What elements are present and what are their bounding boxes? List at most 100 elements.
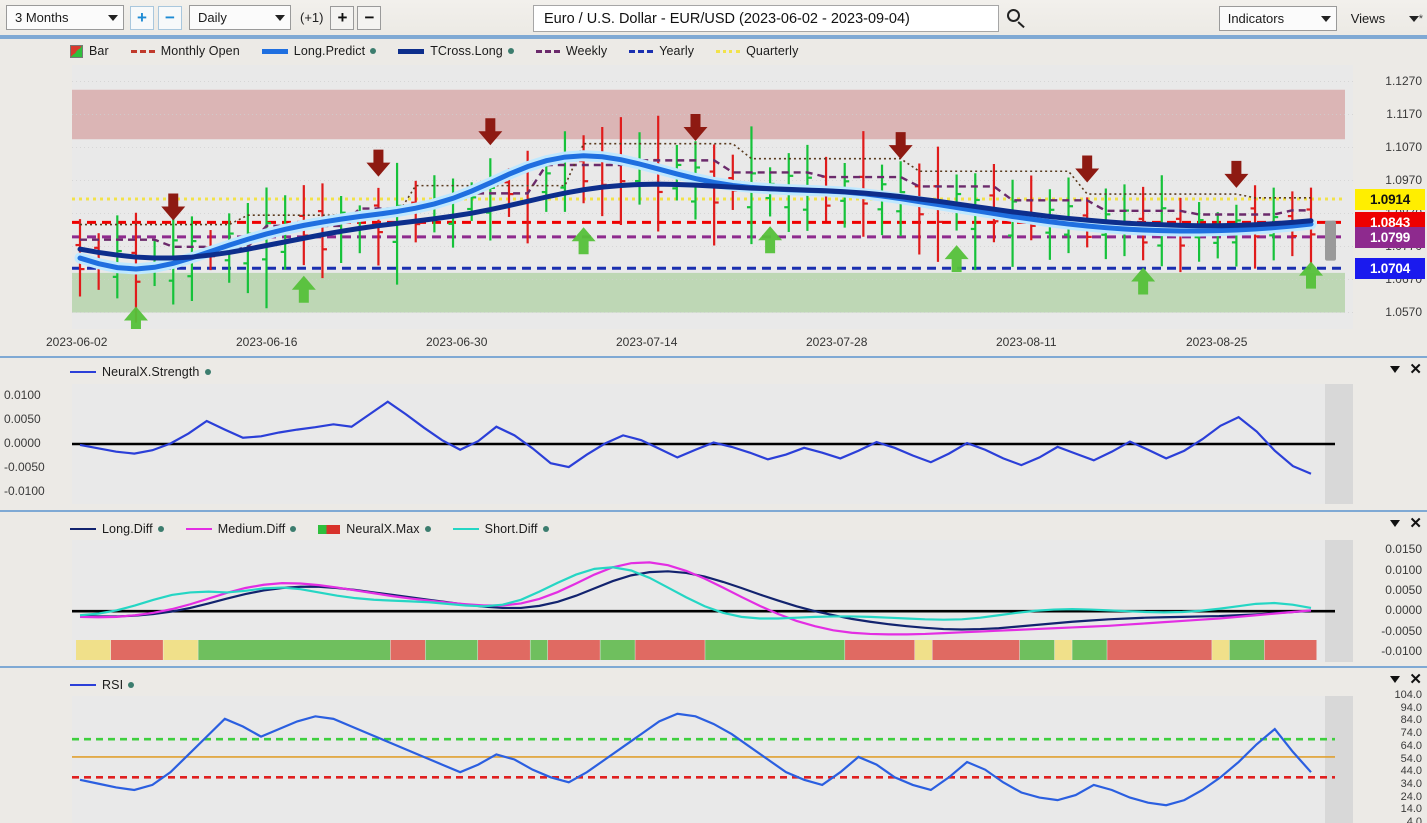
offset-decrease-button[interactable]: − [357,5,382,30]
legend-medium-diff[interactable]: Medium.Diff [185,522,297,536]
diff-y-tick: 0.0100 [1385,562,1422,577]
legend-line [70,684,96,686]
legend-label: Short.Diff [484,522,538,536]
rsi-y-tick: 14.0 [1400,803,1422,816]
legend-neuralx-max[interactable]: NeuralX.Max [318,522,431,536]
price-y-tick: 1.0970 [1385,172,1422,187]
legend-label: Quarterly [746,44,799,58]
diff-plot-area[interactable] [72,540,1353,662]
price-x-tick: 2023-06-02 [46,335,108,349]
close-icon[interactable]: ✕ [1409,362,1422,377]
rsi-panel-controls: ✕ [1390,672,1422,687]
range-select[interactable]: 3 Months [6,5,124,30]
legend-short-diff[interactable]: Short.Diff [452,522,549,536]
legend-rsi[interactable]: RSI [70,678,135,692]
rsi-y-tick: 4.0 [1406,816,1422,823]
legend-label: Weekly [565,44,608,58]
price-chart-legend: Bar Monthly Open Long.Predict TCross.Long We… [70,44,820,58]
strength-y-tick: 0.0100 [4,388,41,402]
legend-settings-dot[interactable] [542,526,549,532]
offset-label: (+1) [300,10,324,25]
price-x-tick: 2023-08-25 [1186,335,1248,349]
bar-icon [70,44,83,58]
overflow-icon[interactable]: * [1419,13,1423,25]
legend-line [535,49,560,53]
close-icon[interactable]: ✕ [1409,516,1422,531]
legend-line [130,49,155,53]
interval-select[interactable]: Daily [189,5,291,30]
legend-settings-dot[interactable] [290,526,297,532]
chevron-down-icon[interactable] [1390,366,1401,373]
diff-y-tick: 0.0050 [1385,582,1422,597]
legend-bar[interactable]: Bar [70,44,109,58]
price-chart-panel: Bar Monthly Open Long.Predict TCross.Long We… [0,37,1427,356]
chevron-down-icon [1408,15,1419,22]
legend-settings-dot[interactable] [204,369,211,375]
chevron-down-icon[interactable] [1390,520,1401,527]
strength-y-tick: 0.0050 [4,412,41,426]
diff-y-tick: -0.0050 [1381,623,1422,638]
price-tag: 1.0914 [1355,188,1425,210]
price-x-tick: 2023-07-28 [806,335,868,349]
legend-label: TCross.Long [430,44,503,58]
rsi-y-tick: 34.0 [1400,777,1422,790]
legend-settings-dot[interactable] [157,526,164,532]
rsi-plot-area[interactable] [72,696,1353,823]
price-y-tick: 1.1270 [1385,73,1422,88]
legend-line [70,371,96,373]
symbol-search: Euro / U.S. Dollar - EUR/USD (2023-06-02… [533,5,1027,32]
rsi-panel: RSI ✕ 104.0 94.0 84.0 74.0 64.0 54.0 44.0 34.0 2… [0,666,1427,823]
price-x-tick: 2023-08-11 [996,335,1057,349]
strength-panel-controls: ✕ [1390,362,1422,377]
indicators-select-value: Indicators [1227,11,1285,26]
strength-y-tick: 0.0000 [4,436,41,450]
strength-y-tick: -0.0100 [4,484,45,498]
views-select-value: Views [1350,11,1386,26]
chevron-down-icon [108,14,118,21]
legend-tcross-long[interactable]: TCross.Long [398,44,514,58]
symbol-search-input[interactable]: Euro / U.S. Dollar - EUR/USD (2023-06-02… [533,5,999,32]
indicators-select[interactable]: Indicators [1218,6,1337,31]
legend-line [261,48,288,54]
legend-quarterly[interactable]: Quarterly [716,44,798,58]
price-y-tick: 1.0570 [1385,304,1422,319]
legend-long-diff[interactable]: Long.Diff [70,522,164,536]
legend-settings-dot[interactable] [370,48,377,54]
rsi-y-tick: 104.0 [1394,689,1422,701]
search-icon[interactable] [1007,8,1027,29]
price-tag: 1.0704 [1355,258,1425,280]
legend-label: Yearly [659,44,695,58]
legend-line [629,49,654,53]
price-plot-area[interactable] [72,65,1353,329]
rsi-y-tick: 94.0 [1400,701,1422,714]
legend-long-predict[interactable]: Long.Predict [261,44,377,58]
legend-settings-dot[interactable] [424,526,431,532]
legend-settings-dot[interactable] [507,48,514,54]
close-icon[interactable]: ✕ [1409,672,1422,687]
chevron-down-icon [275,14,285,21]
legend-line [70,528,96,530]
views-select[interactable]: Views [1343,6,1419,31]
offset-increase-button[interactable]: + [330,5,355,30]
rsi-y-tick: 74.0 [1400,727,1422,740]
rsi-y-tick: 54.0 [1400,752,1422,765]
legend-label: Medium.Diff [217,522,286,536]
strength-plot-area[interactable] [72,384,1353,504]
legend-weekly[interactable]: Weekly [535,44,608,58]
range-select-value: 3 Months [15,10,69,25]
main-toolbar: 3 Months + − Daily (+1) + − Euro / U.S. … [0,0,1427,37]
range-increase-button[interactable]: + [130,5,154,30]
legend-settings-dot[interactable] [128,682,135,688]
legend-yearly[interactable]: Yearly [629,44,694,58]
legend-line [716,49,741,53]
diff-y-tick: 0.0000 [1385,603,1422,618]
legend-label: Monthly Open [160,44,240,58]
range-decrease-button[interactable]: − [158,5,182,30]
chevron-down-icon[interactable] [1390,676,1401,683]
price-tag: 1.0799 [1355,226,1425,248]
legend-neuralx-strength[interactable]: NeuralX.Strength [70,365,211,379]
legend-monthly-open[interactable]: Monthly Open [130,44,240,58]
rsi-y-tick: 44.0 [1400,765,1422,778]
legend-line [398,48,425,54]
neuralx-max-icon [318,524,341,534]
